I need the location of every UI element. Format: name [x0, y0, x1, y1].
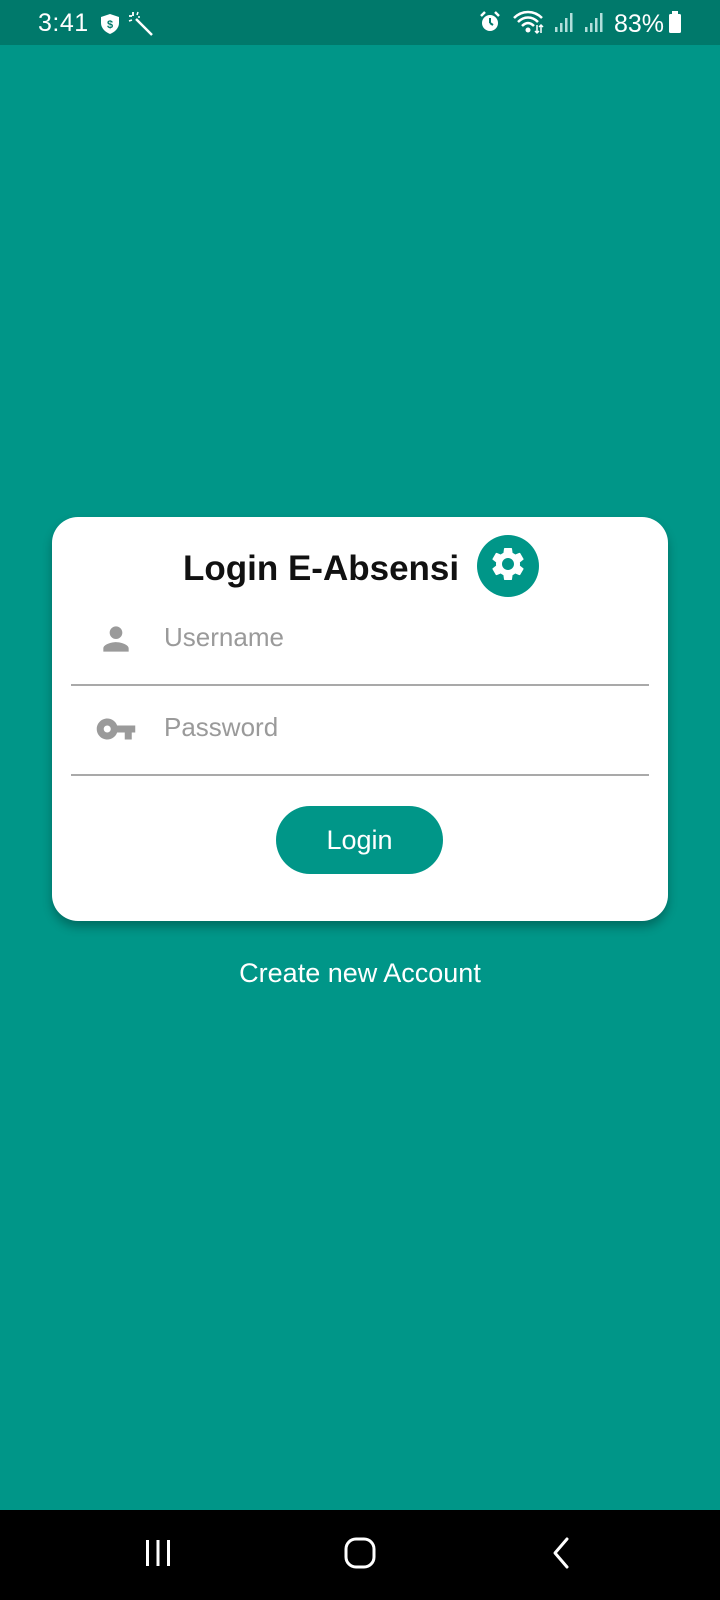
password-field-row	[71, 686, 649, 776]
shield-dollar-icon: $	[98, 12, 122, 41]
login-screen: 3:41 $ 83% Login E-Absensi Username Logi…	[0, 0, 720, 1600]
card-header: Login E-Absensi	[52, 535, 668, 597]
password-input[interactable]	[162, 698, 636, 756]
gear-icon	[488, 544, 528, 589]
signal-icon	[554, 11, 574, 38]
back-button[interactable]	[532, 1530, 592, 1580]
home-icon	[342, 1535, 378, 1576]
create-account-link[interactable]: Create new Account	[0, 958, 720, 989]
status-right-icons: 83%	[478, 9, 682, 40]
username-input[interactable]	[162, 608, 636, 666]
svg-text:$: $	[107, 19, 113, 31]
key-icon	[95, 708, 137, 750]
recent-apps-icon	[141, 1536, 175, 1575]
person-icon	[95, 618, 137, 660]
settings-button[interactable]	[477, 535, 539, 597]
status-left-icons: $	[98, 11, 154, 42]
status-bar: 3:41 $ 83%	[0, 0, 720, 45]
login-card: Login E-Absensi Username Login	[52, 517, 668, 921]
wifi-icon	[512, 9, 544, 40]
alarm-icon	[478, 10, 502, 39]
status-time: 3:41	[38, 9, 89, 37]
battery-icon	[668, 10, 682, 39]
magic-wand-icon	[128, 11, 154, 42]
home-button[interactable]	[330, 1530, 390, 1580]
navigation-bar	[0, 1510, 720, 1600]
battery-percentage: 83%	[613, 10, 664, 38]
username-field-row	[71, 596, 649, 686]
recent-apps-button[interactable]	[128, 1530, 188, 1580]
back-icon	[545, 1536, 579, 1575]
page-title: Login E-Absensi	[183, 549, 460, 588]
login-button[interactable]: Login	[276, 806, 443, 874]
signal-icon	[584, 11, 604, 38]
